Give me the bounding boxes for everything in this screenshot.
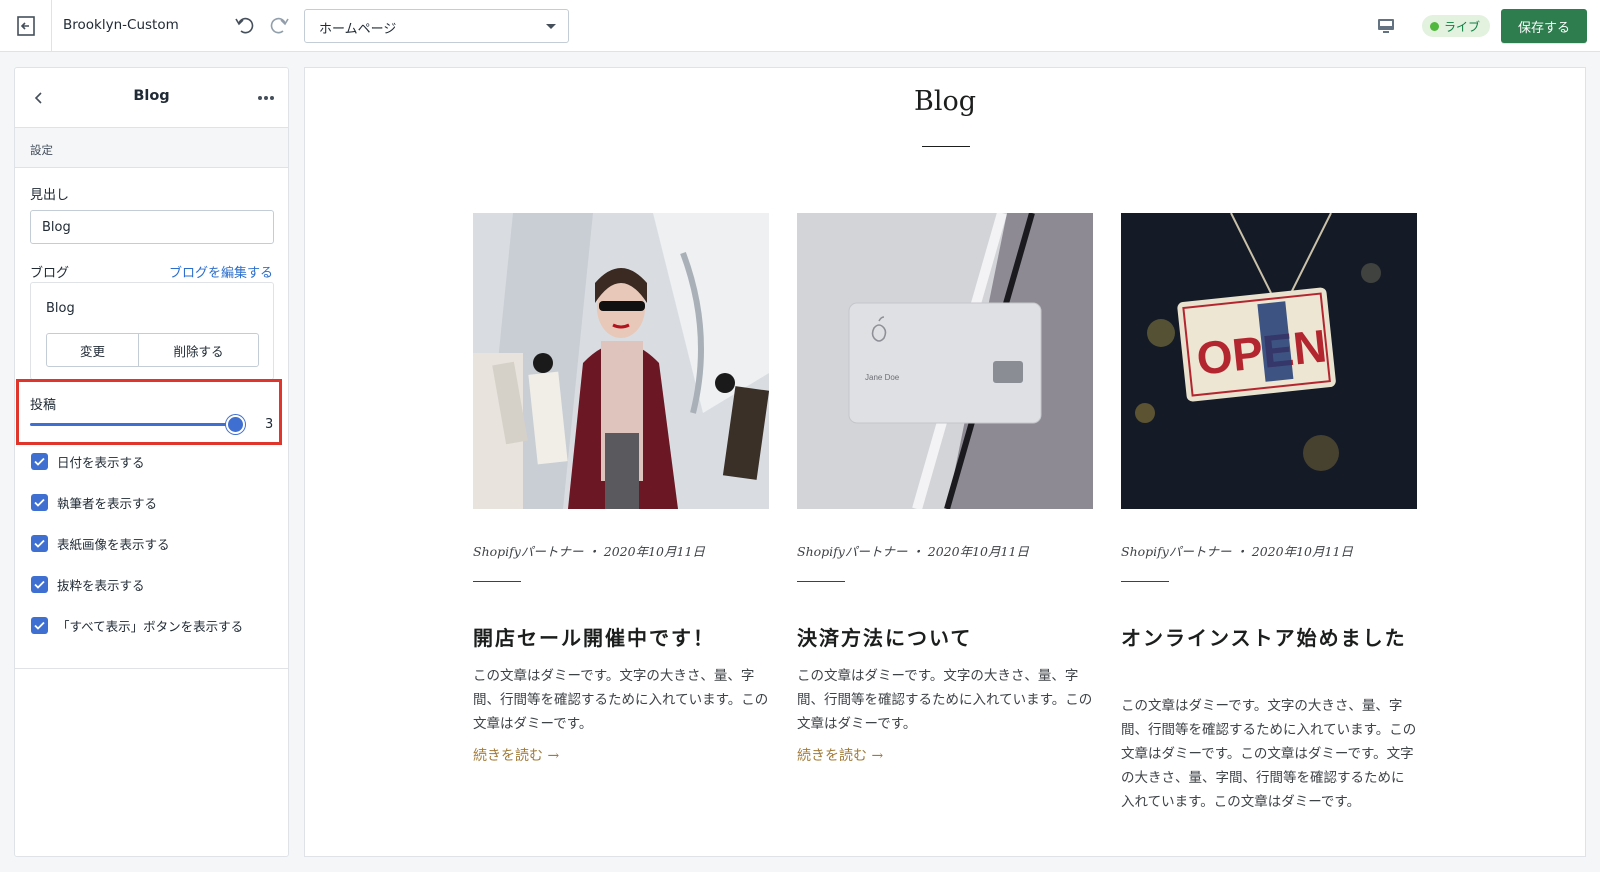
page-select-value: ホームページ bbox=[319, 22, 397, 37]
checkbox-show-cover-image[interactable]: 表紙画像を表示する bbox=[31, 533, 170, 553]
save-button[interactable]: 保存する bbox=[1501, 9, 1587, 43]
meta-divider bbox=[473, 581, 521, 582]
blog-post-card: OPEN Shopifyパートナー ・ 2020年10月11日 オンラインストア… bbox=[1121, 213, 1417, 810]
sidebar-title: Blog bbox=[133, 88, 170, 104]
post-cover-image[interactable]: OPEN bbox=[1121, 213, 1417, 509]
live-status-badge: ライブ bbox=[1422, 15, 1491, 37]
posts-slider-value: 3 bbox=[265, 417, 274, 432]
post-excerpt: この文章はダミーです。文字の大きさ、量、字間、行間等を確認するために入れています… bbox=[797, 668, 1093, 732]
section-header: 設定 bbox=[15, 128, 288, 168]
post-cover-image[interactable]: Jane Doe bbox=[797, 213, 1093, 509]
settings-sidebar: Blog 設定 見出し Blog ブログ ブログを編集する Blog 変更 削除… bbox=[14, 67, 289, 857]
redo-button[interactable] bbox=[266, 12, 292, 38]
meta-divider bbox=[1121, 581, 1169, 582]
blog-post-card: Shopifyパートナー ・ 2020年10月11日 開店セール開催中です！ こ… bbox=[473, 213, 769, 764]
heading-label: 見出し bbox=[30, 188, 70, 203]
checkbox-label: 「すべて表示」ボタンを表示する bbox=[57, 618, 244, 634]
posts-slider-thumb[interactable] bbox=[226, 415, 245, 434]
checkbox-label: 抜粋を表示する bbox=[57, 577, 145, 593]
undo-icon bbox=[235, 17, 254, 34]
theme-preview: Blog Shopifyパートナー ・ 2020年10月11日 開店セール開催中… bbox=[304, 67, 1586, 857]
undo-button[interactable] bbox=[232, 12, 258, 38]
posts-slider-track[interactable] bbox=[30, 423, 237, 426]
selected-blog-card: Blog 変更 削除する bbox=[30, 282, 274, 380]
card-name-text: Jane Doe bbox=[865, 373, 900, 382]
post-excerpt: この文章はダミーです。文字の大きさ、量、字間、行間等を確認するために入れています… bbox=[1121, 698, 1417, 810]
blog-post-card: Jane Doe Shopifyパートナー ・ 2020年10月11日 決済方法… bbox=[797, 213, 1093, 764]
post-cover-image[interactable] bbox=[473, 213, 769, 509]
read-more-link[interactable]: 続きを読む → bbox=[797, 745, 883, 765]
sidebar-header: Blog bbox=[15, 68, 288, 128]
exit-editor-button[interactable] bbox=[0, 0, 52, 52]
redo-icon bbox=[270, 17, 289, 34]
checkmark-icon bbox=[34, 621, 45, 630]
page-select[interactable]: ホームページ bbox=[304, 9, 569, 43]
device-preview-button[interactable] bbox=[1374, 14, 1398, 38]
fashion-photo bbox=[473, 213, 769, 509]
theme-name: Brooklyn-Custom bbox=[63, 17, 179, 33]
edit-blog-link[interactable]: ブログを編集する bbox=[169, 262, 273, 281]
delete-blog-button[interactable]: 削除する bbox=[139, 334, 258, 366]
post-title[interactable]: 決済方法について bbox=[797, 623, 1093, 654]
title-divider bbox=[922, 146, 970, 147]
more-options-button[interactable] bbox=[254, 86, 278, 110]
posts-label: 投稿 bbox=[30, 398, 57, 413]
blog-button-group: 変更 削除する bbox=[46, 333, 259, 367]
status-dot bbox=[1430, 21, 1439, 31]
post-meta: Shopifyパートナー ・ 2020年10月11日 bbox=[797, 544, 1029, 559]
read-more-link[interactable]: 続きを読む → bbox=[473, 745, 559, 765]
top-bar: Brooklyn-Custom ホームページ ライブ 保存する bbox=[0, 0, 1600, 52]
checkbox-show-date[interactable]: 日付を表示する bbox=[31, 451, 145, 471]
desktop-icon bbox=[1378, 19, 1394, 33]
checkbox-label: 表紙画像を表示する bbox=[57, 536, 170, 552]
checkbox[interactable] bbox=[31, 493, 48, 511]
checkmark-icon bbox=[34, 539, 45, 548]
post-meta: Shopifyパートナー ・ 2020年10月11日 bbox=[473, 544, 705, 559]
selected-blog-name: Blog bbox=[46, 301, 75, 316]
checkbox-show-view-all-button[interactable]: 「すべて表示」ボタンを表示する bbox=[31, 615, 243, 635]
checkbox[interactable] bbox=[31, 534, 48, 552]
credit-card-photo: Jane Doe bbox=[797, 213, 1093, 509]
sidebar-divider bbox=[15, 668, 288, 669]
blog-label: ブログ bbox=[30, 266, 70, 281]
checkmark-icon bbox=[34, 498, 45, 507]
checkbox-show-excerpt[interactable]: 抜粋を表示する bbox=[31, 574, 145, 594]
exit-icon bbox=[16, 16, 35, 36]
checkmark-icon bbox=[34, 580, 45, 589]
live-label: ライブ bbox=[1444, 19, 1481, 34]
checkmark-icon bbox=[34, 457, 45, 466]
checkbox-show-author[interactable]: 執筆者を表示する bbox=[31, 492, 157, 512]
heading-input[interactable]: Blog bbox=[30, 210, 274, 244]
chevron-down-icon bbox=[546, 24, 556, 29]
checkbox-label: 執筆者を表示する bbox=[57, 495, 158, 511]
post-excerpt: この文章はダミーです。文字の大きさ、量、字間、行間等を確認するために入れています… bbox=[473, 668, 769, 732]
blog-section-title: Blog bbox=[913, 86, 976, 117]
post-meta: Shopifyパートナー ・ 2020年10月11日 bbox=[1121, 544, 1353, 559]
checkbox-label: 日付を表示する bbox=[57, 454, 145, 470]
open-sign-photo: OPEN bbox=[1121, 213, 1417, 509]
meta-divider bbox=[797, 581, 845, 582]
checkbox[interactable] bbox=[31, 575, 48, 593]
post-title[interactable]: 開店セール開催中です！ bbox=[473, 623, 769, 654]
post-title[interactable]: オンラインストア始めました bbox=[1121, 623, 1417, 654]
checkbox[interactable] bbox=[31, 616, 48, 634]
more-horizontal-icon bbox=[258, 96, 274, 100]
checkbox[interactable] bbox=[31, 452, 48, 470]
change-blog-button[interactable]: 変更 bbox=[47, 334, 139, 366]
